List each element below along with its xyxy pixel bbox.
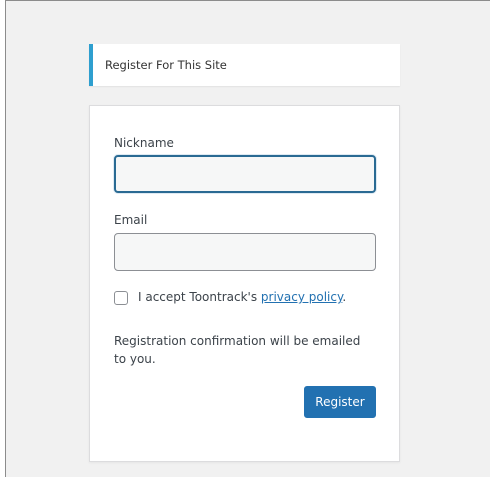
nickname-input[interactable] (114, 155, 376, 193)
privacy-accept-label: I accept Toontrack's privacy policy. (138, 290, 346, 304)
window-left-edge (0, 0, 6, 477)
accept-prefix: I accept Toontrack's (138, 290, 261, 304)
register-message-text: Register For This Site (105, 58, 227, 72)
email-label: Email (114, 213, 148, 227)
privacy-policy-link[interactable]: privacy policy (261, 290, 342, 304)
register-button[interactable]: Register (304, 386, 376, 418)
email-input[interactable] (114, 233, 376, 271)
registration-form: Nickname Email I accept Toontrack's priv… (89, 105, 400, 462)
privacy-checkbox[interactable] (114, 291, 128, 305)
register-message: Register For This Site (89, 44, 400, 86)
confirmation-note: Registration confirmation will be emaile… (114, 334, 361, 366)
accept-suffix: . (342, 290, 347, 304)
nickname-label: Nickname (114, 136, 174, 150)
window-top-border (0, 0, 490, 1)
